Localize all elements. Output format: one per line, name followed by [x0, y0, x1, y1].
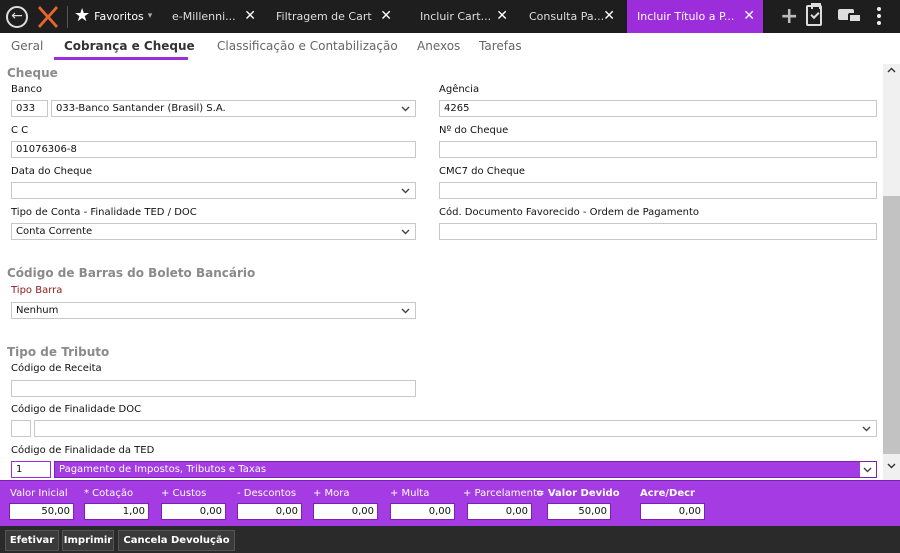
finalidade-ted-label: Código de Finalidade da TED [11, 445, 155, 456]
tab-label: Incluir Título a P... [637, 10, 735, 23]
tab-geral[interactable]: Geral [11, 39, 43, 53]
cod-doc-field[interactable] [439, 223, 877, 240]
num-cheque-label: Nº do Cheque [439, 125, 509, 136]
section-title-tributo: Tipo de Tributo [7, 345, 110, 359]
chevron-down-icon [862, 421, 871, 432]
tipo-barra-label: Tipo Barra [11, 285, 63, 296]
cod-receita-field[interactable] [11, 380, 416, 397]
close-icon[interactable]: ✕ [603, 9, 615, 23]
finalidade-doc-select[interactable] [34, 420, 877, 437]
mora-label: + Mora [313, 488, 350, 499]
descontos-field[interactable]: 0,00 [237, 503, 302, 520]
chevron-down-icon [401, 303, 410, 314]
top-bar: ← ★ Favoritos ▾ e-Millenni... ✕ Filtrage… [0, 0, 900, 33]
favorites-label: Favoritos [94, 9, 144, 23]
custos-label: + Custos [161, 488, 207, 499]
valor-inicial-field[interactable]: 50,00 [9, 503, 74, 520]
scrollbar-thumb[interactable] [883, 196, 900, 454]
tipo-conta-select[interactable]: Conta Corrente [11, 223, 416, 240]
custos-field[interactable]: 0,00 [161, 503, 226, 520]
chevron-down-icon [401, 183, 410, 194]
finalidade-doc-label: Código de Finalidade DOC [11, 404, 142, 415]
tipo-conta-label: Tipo de Conta - Finalidade TED / DOC [11, 207, 197, 218]
agencia-field[interactable]: 4265 [439, 100, 877, 117]
tab-anexos[interactable]: Anexos [417, 39, 460, 53]
chevron-down-icon [860, 462, 876, 477]
chevron-down-icon [401, 101, 410, 112]
valor-devido-label: = Valor Devido [536, 488, 620, 499]
chat-icon-secondary [848, 13, 862, 23]
finalidade-ted-code-field[interactable]: 1 [11, 461, 51, 478]
bottom-toolbar: Efetivar Imprimir Cancela Devolução [0, 526, 900, 553]
scroll-down-icon[interactable] [887, 463, 896, 469]
imprimir-button[interactable]: Imprimir [62, 530, 114, 551]
tipo-barra-value: Nenhum [16, 305, 59, 316]
star-icon: ★ [74, 5, 91, 26]
tab-e-millennium[interactable]: e-Millenni... ✕ [162, 0, 264, 33]
tab-tarefas[interactable]: Tarefas [479, 39, 522, 53]
tipo-conta-value: Conta Corrente [16, 226, 93, 237]
logo-icon [38, 6, 58, 28]
finalidade-doc-code-field[interactable] [11, 420, 31, 437]
agencia-label: Agência [439, 84, 480, 95]
banco-select-value: 033-Banco Santander (Brasil) S.A. [56, 103, 226, 114]
finalidade-ted-select[interactable]: Pagamento de Impostos, Tributos e Taxas [54, 461, 877, 478]
back-arrow-icon[interactable]: ← [6, 6, 28, 28]
cmc7-label: CMC7 do Cheque [439, 166, 526, 177]
cotacao-label: * Cotação [84, 488, 134, 499]
tab-label: e-Millenni... [172, 10, 236, 23]
banco-code-field[interactable]: 033 [11, 100, 48, 117]
tab-incluir-cart[interactable]: Incluir Cart... ✕ [410, 0, 516, 33]
parcelamento-label: + Parcelamento [463, 488, 543, 499]
caret-down-icon: ▾ [147, 11, 153, 21]
close-icon[interactable]: ✕ [380, 9, 392, 23]
tab-label: Filtragem de Cart... [276, 10, 372, 23]
efetivar-button[interactable]: Efetivar [5, 530, 59, 551]
cmc7-field[interactable] [439, 182, 877, 199]
multa-field[interactable]: 0,00 [390, 503, 455, 520]
kebab-menu-icon[interactable] [877, 7, 881, 28]
data-cheque-label: Data do Cheque [11, 166, 93, 177]
tab-incluir-titulo[interactable]: Incluir Título a P... ✕ [627, 0, 763, 33]
valor-inicial-label: Valor Inicial [10, 488, 68, 499]
add-tab-icon[interactable]: + [780, 6, 798, 28]
valor-devido-field[interactable]: 50,00 [547, 503, 611, 520]
num-cheque-field[interactable] [439, 141, 877, 158]
banco-label: Banco [11, 84, 42, 95]
separator [67, 6, 68, 28]
tab-label: Incluir Cart... [420, 10, 492, 23]
banco-select[interactable]: 033-Banco Santander (Brasil) S.A. [51, 100, 416, 117]
data-cheque-select[interactable] [11, 182, 416, 199]
finalidade-ted-value: Pagamento de Impostos, Tributos e Taxas [59, 464, 267, 475]
cc-label: C C [11, 125, 29, 136]
tab-label: Consulta Pa... [529, 10, 605, 23]
close-icon[interactable]: ✕ [743, 9, 755, 23]
descontos-label: - Descontos [237, 488, 297, 499]
cc-field[interactable]: 01076306-8 [11, 141, 416, 158]
close-icon[interactable]: ✕ [496, 9, 508, 23]
totals-bar: Valor Inicial 50,00 * Cotação 1,00 + Cus… [0, 481, 900, 526]
section-title-boleto: Código de Barras do Boleto Bancário [7, 266, 256, 280]
tab-cobranca-cheque[interactable]: Cobrança e Cheque [64, 39, 195, 53]
cod-receita-label: Código de Receita [11, 363, 102, 374]
acre-decr-label: Acre/Decr [640, 488, 695, 499]
tipo-barra-select[interactable]: Nenhum [11, 302, 416, 319]
tab-filtragem[interactable]: Filtragem de Cart... ✕ [266, 0, 400, 33]
active-tab-indicator [54, 57, 188, 60]
scroll-up-icon[interactable] [887, 67, 896, 73]
section-title-cheque: Cheque [7, 66, 58, 80]
mora-field[interactable]: 0,00 [313, 503, 378, 520]
cod-doc-label: Cód. Documento Favorecido - Ordem de Pag… [439, 207, 700, 218]
clipboard-check-icon[interactable] [806, 3, 822, 26]
acre-decr-field[interactable]: 0,00 [640, 503, 705, 520]
tab-consulta[interactable]: Consulta Pa... ✕ [519, 0, 623, 33]
close-icon[interactable]: ✕ [244, 9, 256, 23]
parcelamento-field[interactable]: 0,00 [467, 503, 532, 520]
tab-classificacao[interactable]: Classificação e Contabilização [217, 39, 398, 53]
multa-label: + Multa [390, 488, 430, 499]
cancela-devolucao-button[interactable]: Cancela Devolução [118, 530, 235, 551]
chevron-down-icon [401, 224, 410, 235]
cotacao-field[interactable]: 1,00 [84, 503, 149, 520]
favorites-menu[interactable]: ★ Favoritos ▾ [74, 7, 152, 25]
